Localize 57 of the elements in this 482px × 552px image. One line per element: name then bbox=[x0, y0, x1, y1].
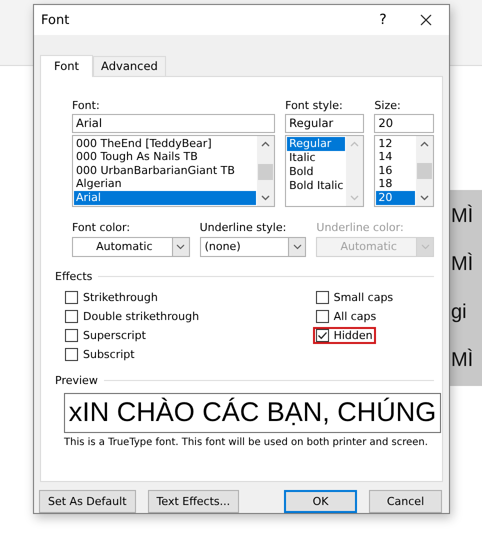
dropdown[interactable]: Automatic bbox=[72, 236, 190, 257]
font-style-field[interactable]: Regular bbox=[285, 114, 364, 133]
checkbox[interactable]: Strikethrough bbox=[62, 288, 161, 306]
chevron-down-icon[interactable] bbox=[292, 244, 302, 250]
list-item[interactable]: 000 Tough As Nails TB bbox=[74, 150, 256, 164]
list-item[interactable]: 000 UrbanBarbarianGiant TB bbox=[74, 164, 256, 178]
preview-text: xIN CHÀO CÁC BẠN, CHÚNG bbox=[68, 397, 436, 428]
help-button[interactable]: ? bbox=[363, 5, 403, 35]
document-text: MÌ bbox=[450, 204, 474, 229]
font-field[interactable]: Arial bbox=[72, 114, 276, 133]
dialog-button[interactable]: Set As Default bbox=[39, 490, 136, 513]
list-item[interactable]: 16 bbox=[376, 164, 415, 178]
list-item[interactable]: 12 bbox=[376, 136, 415, 150]
list-item[interactable]: 14 bbox=[376, 150, 415, 164]
tab[interactable]: Font bbox=[40, 54, 94, 77]
list-item[interactable]: Algerian bbox=[74, 177, 256, 191]
list-item[interactable]: Bold bbox=[287, 164, 346, 179]
tab[interactable]: Advanced bbox=[93, 56, 166, 76]
list-item[interactable]: Italic bbox=[287, 150, 346, 165]
font-info-text: This is a TrueType font. This font will be used on both printer and screen. bbox=[64, 436, 429, 448]
list-item[interactable]: Bold Italic bbox=[287, 178, 346, 193]
document-text: MÌ bbox=[450, 252, 474, 277]
document-text: gi bbox=[450, 300, 468, 325]
list-box[interactable]: 000 TheEnd [TeddyBear] 000 Tough As Nails TB 000 UrbanBarbarianGiant TB Algerian Arial bbox=[72, 134, 276, 207]
field-label: Font color: bbox=[72, 220, 132, 236]
window-title: Font bbox=[41, 12, 70, 28]
section-label: Effects bbox=[55, 270, 92, 283]
checkbox[interactable]: Small caps bbox=[312, 288, 396, 306]
checkbox[interactable]: Double strikethrough bbox=[62, 308, 202, 325]
field-label: Font style: bbox=[285, 98, 344, 114]
checkbox[interactable]: All caps bbox=[312, 308, 380, 325]
dialog-button[interactable]: OK bbox=[284, 490, 357, 513]
section-label: Preview bbox=[55, 374, 98, 387]
document-text: MÌ bbox=[450, 348, 474, 373]
checkbox[interactable]: Superscript bbox=[62, 326, 149, 344]
list-item[interactable]: 20 bbox=[376, 190, 415, 205]
field-label: Font: bbox=[72, 98, 101, 114]
list-box[interactable]: 12 14 16 18 20 bbox=[374, 134, 434, 207]
dialog-button[interactable]: Cancel bbox=[369, 490, 442, 513]
close-icon[interactable] bbox=[420, 14, 432, 26]
dropdown[interactable]: (none) bbox=[200, 236, 306, 257]
checkmark-icon bbox=[316, 330, 328, 341]
field-label: Size: bbox=[374, 98, 402, 114]
checkbox[interactable]: Subscript bbox=[62, 346, 138, 363]
field-label: Underline color: bbox=[316, 220, 405, 236]
chevron-down-icon[interactable] bbox=[176, 244, 186, 250]
checkbox[interactable]: Hidden bbox=[312, 326, 376, 344]
dialog-button[interactable]: Text Effects... bbox=[148, 490, 240, 513]
scroll-thumb[interactable] bbox=[258, 164, 274, 180]
list-item[interactable]: 18 bbox=[376, 177, 415, 191]
list-item[interactable]: Regular bbox=[287, 136, 346, 151]
size-field[interactable]: 20 bbox=[374, 114, 434, 133]
scroll-thumb[interactable] bbox=[417, 162, 432, 179]
field-label: Underline style: bbox=[200, 220, 288, 236]
list-item[interactable]: 000 TheEnd [TeddyBear] bbox=[74, 136, 256, 150]
list-item[interactable]: Arial bbox=[74, 190, 256, 205]
list-box[interactable]: Regular Italic Bold Bold Italic bbox=[285, 134, 364, 207]
